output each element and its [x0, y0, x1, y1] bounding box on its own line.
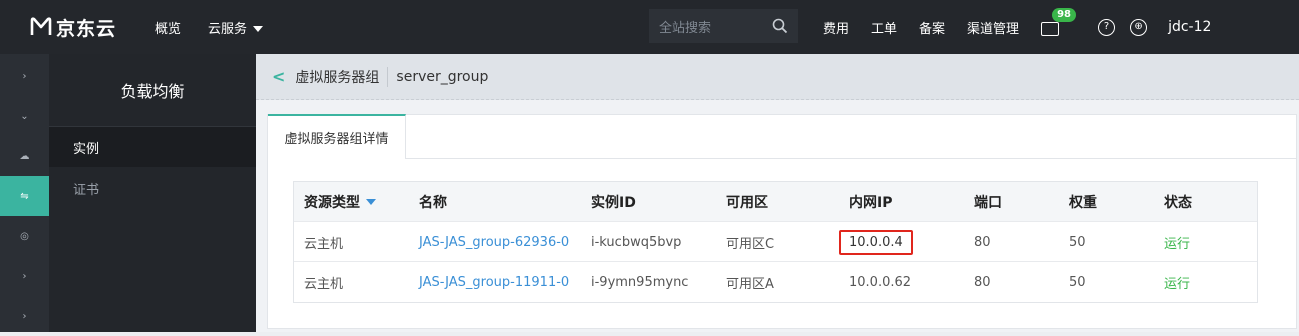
- site-search[interactable]: 全站搜索: [649, 9, 798, 43]
- column-weight: 权重: [1069, 195, 1097, 211]
- cell-private-ip: 10.0.0.62: [849, 274, 912, 290]
- table-header: 资源类型 名称 实例ID 可用区 内网IP 端口 权重 状态: [294, 182, 1257, 222]
- highlighted-ip: 10.0.0.4: [839, 229, 913, 255]
- nav-filing[interactable]: 备案: [919, 18, 945, 37]
- column-name: 名称: [419, 195, 447, 211]
- message-count-badge: 98: [1052, 8, 1076, 22]
- globe-icon[interactable]: ⊕: [1130, 18, 1148, 36]
- server-table: 资源类型 名称 实例ID 可用区 内网IP 端口 权重 状态 云主机 JAS-J…: [293, 181, 1258, 303]
- load-balance-icon[interactable]: ⇋: [0, 176, 49, 216]
- cell-instance-id: i-kucbwq5bvp: [591, 234, 682, 250]
- cell-instance-id: i-9ymn95mync: [591, 274, 689, 290]
- column-instance-id: 实例ID: [591, 195, 636, 211]
- rail-expand-icon[interactable]: ›: [0, 256, 49, 296]
- rail-collapse-icon[interactable]: ⌄: [0, 96, 49, 136]
- icon-rail: › ⌄ ☁ ⇋ ◎ › ›: [0, 54, 49, 332]
- instance-name-link[interactable]: JAS-JAS_group-11911-0: [419, 262, 569, 302]
- rail-expand-icon[interactable]: ›: [0, 56, 49, 96]
- detail-panel: 虚拟服务器组详情 资源类型 名称 实例ID 可用区 内网IP 端口 权重 状态 …: [267, 114, 1297, 329]
- tab-bar: 虚拟服务器组详情: [268, 114, 1296, 159]
- sidebar: 负载均衡 实例 证书: [49, 54, 256, 332]
- column-private-ip: 内网IP: [849, 195, 893, 211]
- mail-icon: [1041, 22, 1060, 36]
- sort-caret-icon[interactable]: [366, 199, 376, 205]
- sidebar-title: 负载均衡: [120, 82, 185, 101]
- nav-channel-management[interactable]: 渠道管理: [967, 18, 1019, 37]
- sidebar-item-instances[interactable]: 实例: [49, 127, 256, 167]
- top-navigation-bar: 京东云 概览 云服务 全站搜索 费用 工单 备案 渠道管理 98 ? ⊕ jdc…: [0, 0, 1299, 54]
- cell-resource-type: 云主机: [304, 276, 344, 292]
- rail-expand-icon[interactable]: ›: [0, 296, 49, 336]
- cell-weight: 50: [1069, 234, 1086, 250]
- status-running: 运行: [1164, 236, 1191, 252]
- messages-button[interactable]: 98: [1041, 8, 1076, 36]
- cell-zone: 可用区A: [726, 276, 774, 292]
- column-label: 资源类型: [304, 195, 360, 211]
- cell-port: 80: [974, 274, 991, 290]
- table-row: 云主机 JAS-JAS_group-11911-0 i-9ymn95mync 可…: [294, 262, 1257, 302]
- instance-name-link[interactable]: JAS-JAS_group-62936-0: [419, 222, 569, 262]
- nav-tickets[interactable]: 工单: [871, 18, 897, 37]
- cell-private-ip: 10.0.0.4: [839, 222, 913, 262]
- help-icon[interactable]: ?: [1098, 18, 1116, 36]
- status-running: 运行: [1164, 276, 1191, 292]
- nav-cloud-services-dropdown[interactable]: 云服务: [208, 18, 263, 37]
- column-zone: 可用区: [726, 195, 768, 211]
- cell-weight: 50: [1069, 274, 1086, 290]
- table-row: 云主机 JAS-JAS_group-62936-0 i-kucbwq5bvp 可…: [294, 222, 1257, 262]
- cell-port: 80: [974, 234, 991, 250]
- cloud-icon[interactable]: ☁: [0, 136, 49, 176]
- cell-zone: 可用区C: [726, 236, 775, 252]
- main-content: < 虚拟服务器组 server_group 虚拟服务器组详情 资源类型 名称 实…: [256, 54, 1299, 332]
- sidebar-item-certificates[interactable]: 证书: [49, 167, 256, 207]
- search-input[interactable]: 全站搜索: [659, 17, 711, 36]
- cell-resource-type: 云主机: [304, 236, 344, 252]
- network-icon[interactable]: ◎: [0, 216, 49, 256]
- column-port: 端口: [974, 195, 1002, 211]
- logo[interactable]: 京东云: [30, 14, 148, 41]
- user-account[interactable]: jdc-12: [1168, 19, 1211, 35]
- divider: [387, 66, 389, 87]
- nav-billing[interactable]: 费用: [823, 18, 849, 37]
- back-chevron-icon[interactable]: <: [272, 67, 285, 86]
- brand-name: 京东云: [56, 17, 117, 40]
- breadcrumb-current: server_group: [396, 68, 489, 85]
- breadcrumb: < 虚拟服务器组 server_group: [256, 54, 1299, 100]
- column-status: 状态: [1164, 195, 1192, 211]
- search-icon[interactable]: [772, 18, 788, 34]
- column-resource-type[interactable]: 资源类型: [304, 182, 376, 222]
- jd-cloud-logo-icon: [30, 17, 52, 35]
- nav-overview[interactable]: 概览: [155, 18, 181, 37]
- tab-server-group-details[interactable]: 虚拟服务器组详情: [268, 114, 406, 159]
- breadcrumb-section[interactable]: 虚拟服务器组: [295, 67, 379, 87]
